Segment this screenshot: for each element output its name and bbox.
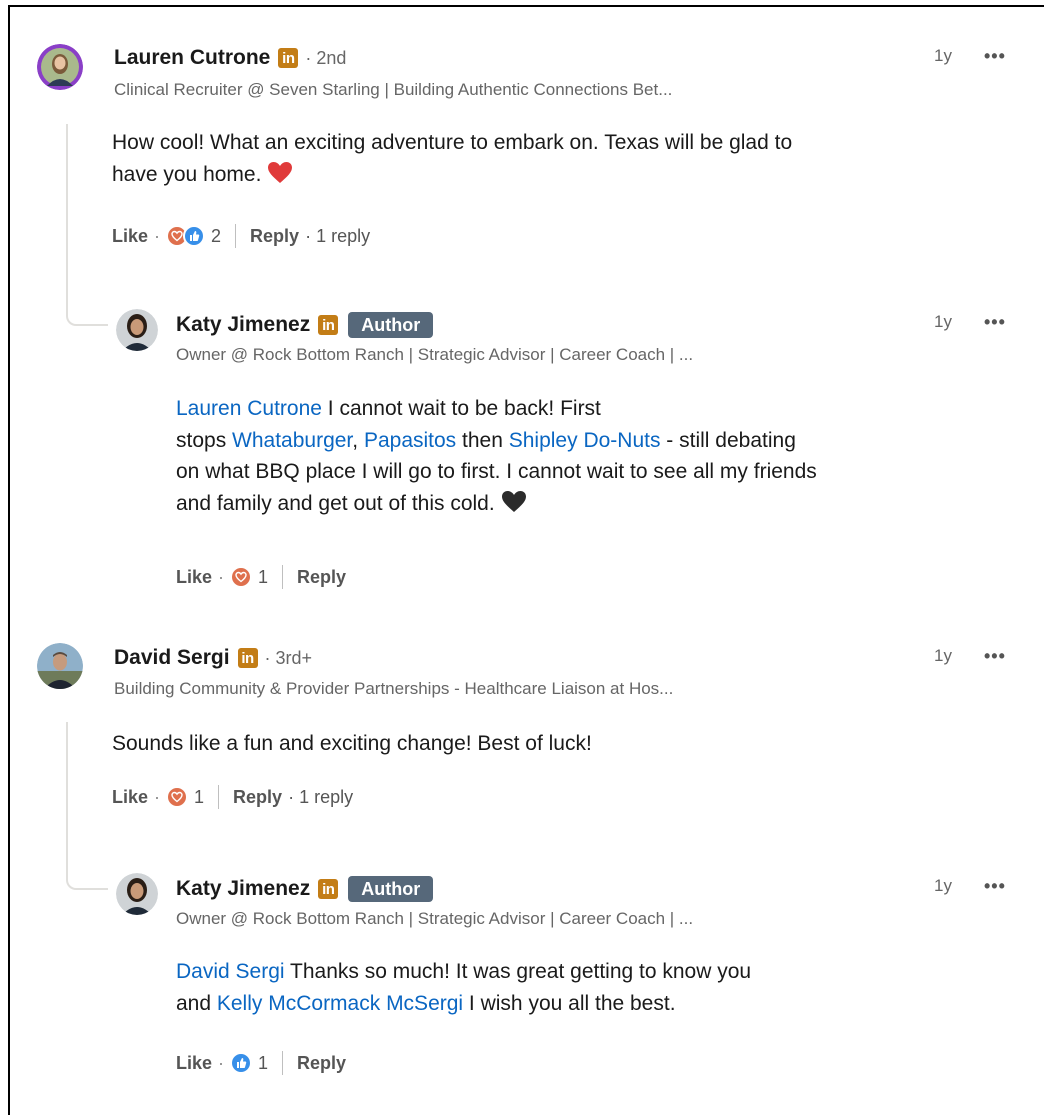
reactions[interactable] — [166, 225, 206, 247]
author-name[interactable]: David Sergi — [114, 646, 230, 670]
mention-link[interactable]: David Sergi — [176, 960, 285, 983]
reply-button[interactable]: Reply — [297, 1053, 346, 1074]
reactions[interactable] — [230, 1052, 253, 1074]
timestamp: 1y — [934, 646, 952, 665]
timestamp: 1y — [934, 312, 952, 331]
reactions[interactable] — [230, 566, 253, 588]
comment-text: Sounds like a fun and exciting change! B… — [112, 732, 592, 755]
linkedin-icon: in — [318, 315, 339, 335]
reply-button[interactable]: Reply — [233, 787, 282, 808]
avatar[interactable] — [37, 643, 83, 689]
author-name[interactable]: Lauren Cutrone — [114, 46, 270, 70]
more-options-icon[interactable]: ••• — [984, 646, 1006, 667]
author-headline: Owner @ Rock Bottom Ranch | Strategic Ad… — [176, 345, 694, 364]
reaction-count[interactable]: 1 — [258, 567, 268, 588]
comment-text: David Sergi Thanks so much! It was great… — [176, 960, 752, 1015]
like-reaction-icon — [183, 225, 206, 247]
reply-count[interactable]: · 1 reply — [288, 787, 353, 808]
reaction-count[interactable]: 1 — [258, 1053, 268, 1074]
author-name[interactable]: Katy Jimenez — [176, 877, 310, 901]
avatar[interactable] — [116, 309, 158, 351]
author-headline: Owner @ Rock Bottom Ranch | Strategic Ad… — [176, 909, 694, 928]
mention-link[interactable]: Whataburger — [232, 429, 352, 452]
comment-actions: Like · 1 Reply — [176, 565, 346, 589]
reply-button[interactable]: Reply — [250, 226, 299, 247]
more-options-icon[interactable]: ••• — [984, 876, 1006, 897]
more-options-icon[interactable]: ••• — [984, 312, 1006, 333]
like-button[interactable]: Like — [176, 1053, 212, 1074]
like-button[interactable]: Like — [112, 787, 148, 808]
reaction-count[interactable]: 2 — [211, 226, 221, 247]
divider — [218, 785, 220, 809]
author-badge: Author — [348, 312, 434, 338]
divider — [235, 224, 237, 248]
comment-actions: Like · 1 Reply — [176, 1051, 346, 1075]
author-badge: Author — [348, 876, 434, 902]
linkedin-icon: in — [318, 879, 339, 899]
reaction-count[interactable]: 1 — [194, 787, 204, 808]
like-button[interactable]: Like — [176, 567, 212, 588]
mention-link[interactable]: Papasitos — [364, 429, 456, 452]
love-reaction-icon — [166, 786, 189, 808]
timestamp: 1y — [934, 46, 952, 65]
comment-actions: Like · 2 Reply · 1 reply — [112, 224, 370, 248]
divider — [282, 1051, 284, 1075]
like-reaction-icon — [230, 1052, 253, 1074]
divider — [282, 565, 284, 589]
mention-link[interactable]: Kelly McCormack McSergi — [217, 992, 463, 1015]
thread-line — [66, 124, 108, 326]
heart-emoji — [267, 161, 293, 195]
avatar[interactable] — [37, 44, 83, 90]
avatar[interactable] — [116, 873, 158, 915]
comment-text: How cool! What an exciting adventure to … — [112, 127, 1012, 194]
connection-degree: · 2nd — [305, 47, 347, 68]
black-heart-emoji — [501, 490, 527, 524]
love-reaction-icon — [230, 566, 253, 588]
author-headline: Clinical Recruiter @ Seven Starling | Bu… — [114, 80, 673, 99]
linkedin-icon: in — [278, 48, 299, 68]
reply-button[interactable]: Reply — [297, 567, 346, 588]
author-headline: Building Community & Provider Partnershi… — [114, 679, 674, 698]
reactions[interactable] — [166, 786, 189, 808]
linkedin-icon: in — [237, 648, 258, 668]
connection-degree: · 3rd+ — [264, 647, 313, 668]
like-button[interactable]: Like — [112, 226, 148, 247]
more-options-icon[interactable]: ••• — [984, 46, 1006, 67]
comment-text: Lauren Cutrone I cannot wait to be back!… — [176, 393, 1026, 523]
mention-link[interactable]: Shipley Do-Nuts — [509, 429, 661, 452]
thread-line — [66, 722, 108, 890]
reply-count[interactable]: · 1 reply — [305, 226, 370, 247]
mention-link[interactable]: Lauren Cutrone — [176, 397, 322, 420]
comment-actions: Like · 1 Reply · 1 reply — [112, 785, 353, 809]
author-name[interactable]: Katy Jimenez — [176, 313, 310, 337]
timestamp: 1y — [934, 876, 952, 895]
